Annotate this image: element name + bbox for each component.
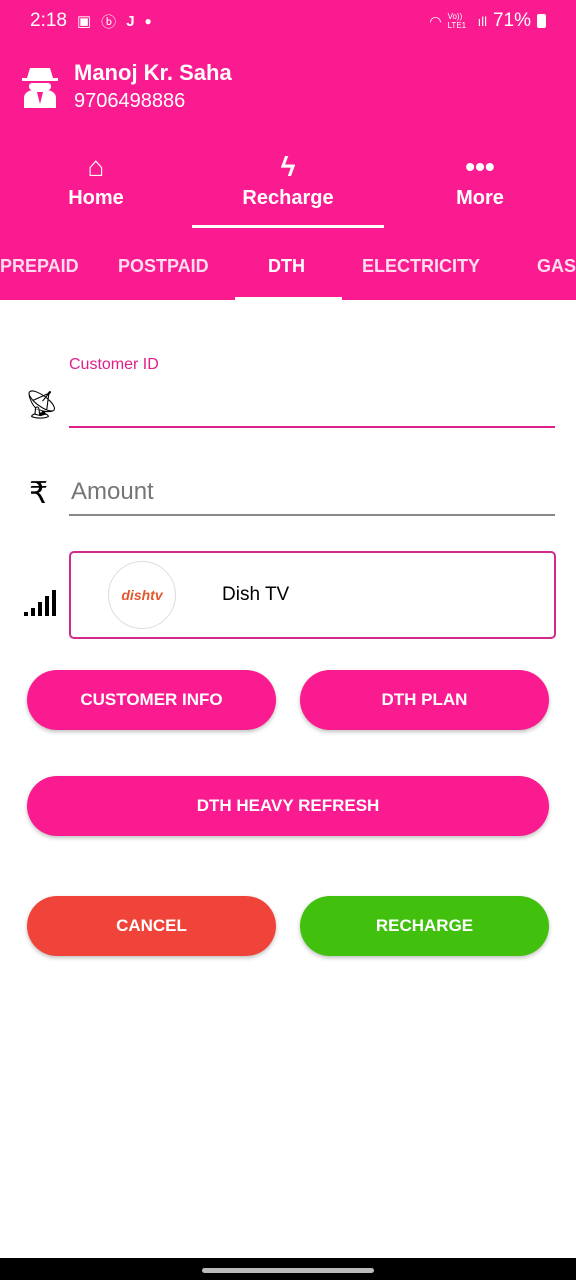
operator-name: Dish TV — [222, 584, 290, 605]
customer-info-button[interactable]: CUSTOMER INFO — [27, 670, 276, 730]
system-nav-bar — [0, 1258, 576, 1280]
image-icon: ▣ — [76, 13, 92, 30]
tab-gas[interactable]: GAS — [537, 256, 576, 277]
tab-indicator — [235, 297, 342, 300]
operator-logo: dishtv — [108, 561, 176, 629]
service-tabs: PREPAID POSTPAID DTH ELECTRICITY GAS — [0, 230, 576, 300]
satellite-dish-icon: 📡︎ — [24, 389, 60, 420]
nav-more[interactable]: ••• More — [384, 130, 576, 230]
status-bar: 2:18 ▣ ⓑ J ● ◠ Vo)) LTE1 ıll 71% — [0, 0, 576, 42]
dth-plan-button[interactable]: DTH PLAN — [300, 670, 549, 730]
rupee-icon: ₹ — [29, 477, 49, 510]
recharge-button[interactable]: RECHARGE — [300, 896, 549, 956]
signal-icon: ıll — [477, 13, 487, 29]
b-icon: ⓑ — [101, 13, 117, 31]
battery-percent: 71% — [492, 10, 531, 31]
battery-icon — [537, 14, 546, 28]
wifi-icon: ◠ — [429, 12, 442, 29]
operator-select[interactable]: dishtv Dish TV — [69, 551, 556, 639]
amount-input[interactable] — [69, 470, 555, 516]
j-icon: J — [126, 12, 135, 30]
nav-home[interactable]: ⌂ Home — [0, 130, 192, 230]
status-time: 2:18 — [30, 10, 67, 31]
nav-label: Home — [68, 186, 124, 209]
bolt-icon: ϟ — [280, 150, 296, 182]
tab-postpaid[interactable]: POSTPAID — [118, 256, 209, 277]
customer-id-label: Customer ID — [69, 356, 159, 373]
nav-recharge[interactable]: ϟ Recharge — [192, 130, 384, 230]
dot-icon: ● — [144, 14, 152, 28]
tab-electricity[interactable]: ELECTRICITY — [362, 256, 480, 277]
app-header: 2:18 ▣ ⓑ J ● ◠ Vo)) LTE1 ıll 71% Manoj K… — [0, 0, 576, 300]
signal-bars-icon — [24, 590, 56, 616]
nav-label: Recharge — [242, 186, 334, 209]
more-icon: ••• — [465, 150, 495, 182]
tab-dth[interactable]: DTH — [268, 256, 305, 277]
main-nav: ⌂ Home ϟ Recharge ••• More — [0, 130, 576, 230]
home-gesture-handle[interactable] — [202, 1268, 374, 1273]
spy-avatar-icon — [22, 68, 58, 108]
user-header: Manoj Kr. Saha 9706498886 — [0, 42, 576, 130]
customer-id-input[interactable] — [69, 374, 555, 428]
user-phone: 9706498886 — [74, 89, 186, 112]
network-label: Vo)) LTE1 — [447, 12, 467, 30]
home-icon: ⌂ — [87, 150, 105, 182]
customer-id-field[interactable]: Customer ID — [69, 356, 555, 428]
cancel-button[interactable]: CANCEL — [27, 896, 276, 956]
dth-heavy-refresh-button[interactable]: DTH HEAVY REFRESH — [27, 776, 549, 836]
tab-prepaid[interactable]: PREPAID — [0, 256, 79, 277]
nav-label: More — [456, 186, 504, 209]
user-name: Manoj Kr. Saha — [74, 59, 232, 85]
